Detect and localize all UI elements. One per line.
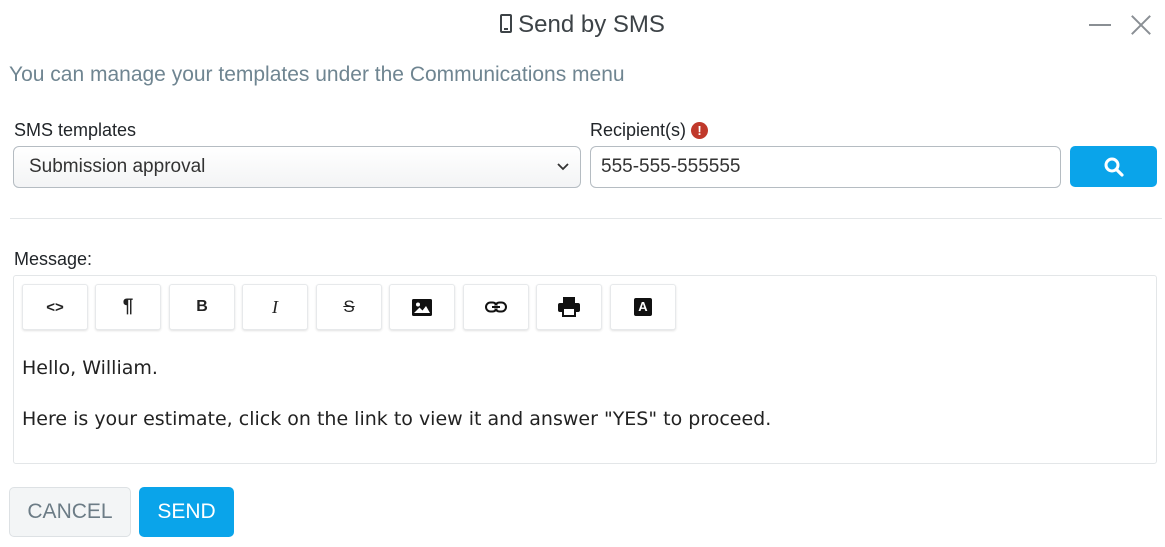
- close-icon[interactable]: [1128, 12, 1154, 38]
- strikethrough-icon: S: [343, 297, 355, 316]
- recipients-label: Recipient(s)!: [590, 120, 709, 141]
- exclamation-circle-icon: !: [691, 122, 709, 139]
- sms-template-select[interactable]: Submission approval: [13, 146, 581, 188]
- sms-templates-label: SMS templates: [14, 120, 137, 140]
- minimize-icon[interactable]: [1087, 12, 1113, 38]
- message-label: Message:: [14, 249, 93, 269]
- code-icon: <>: [46, 298, 64, 316]
- bold-button[interactable]: B: [169, 284, 235, 330]
- link-button[interactable]: [463, 284, 529, 330]
- divider: [10, 218, 1162, 219]
- message-editor[interactable]: <> ¶ B I S A Hello, William. Here is you…: [13, 275, 1157, 464]
- bold-icon: B: [196, 298, 208, 315]
- font-button[interactable]: A: [610, 284, 676, 330]
- link-icon: [485, 301, 507, 313]
- title-bar: Send by SMS: [0, 0, 1165, 52]
- search-icon: [1104, 157, 1124, 177]
- chevron-down-icon: [557, 163, 569, 171]
- cancel-button[interactable]: CANCEL: [9, 487, 131, 537]
- paragraph-button[interactable]: ¶: [95, 284, 161, 330]
- strikethrough-button[interactable]: S: [316, 284, 382, 330]
- code-view-button[interactable]: <>: [22, 284, 88, 330]
- print-icon: [558, 297, 580, 317]
- message-line: Hello, William.: [22, 357, 158, 379]
- image-button[interactable]: [389, 284, 455, 330]
- dialog-title-text: Send by SMS: [518, 11, 665, 38]
- send-button[interactable]: SEND: [139, 487, 234, 537]
- font-icon: A: [634, 298, 652, 316]
- italic-button[interactable]: I: [242, 284, 308, 330]
- paragraph-icon: ¶: [122, 296, 134, 317]
- search-recipient-button[interactable]: [1070, 146, 1157, 187]
- send-sms-dialog: Send by SMS You can manage your template…: [0, 0, 1165, 547]
- dialog-title: Send by SMS: [0, 11, 1165, 39]
- subtitle: You can manage your templates under the …: [9, 63, 625, 86]
- print-button[interactable]: [536, 284, 602, 330]
- message-line: Here is your estimate, click on the link…: [22, 408, 772, 430]
- italic-icon: I: [272, 296, 278, 317]
- image-icon: [412, 298, 432, 316]
- recipients-label-text: Recipient(s): [590, 120, 687, 140]
- sms-template-selected: Submission approval: [29, 156, 206, 177]
- mobile-phone-icon: [500, 14, 513, 33]
- recipient-input[interactable]: [590, 146, 1061, 188]
